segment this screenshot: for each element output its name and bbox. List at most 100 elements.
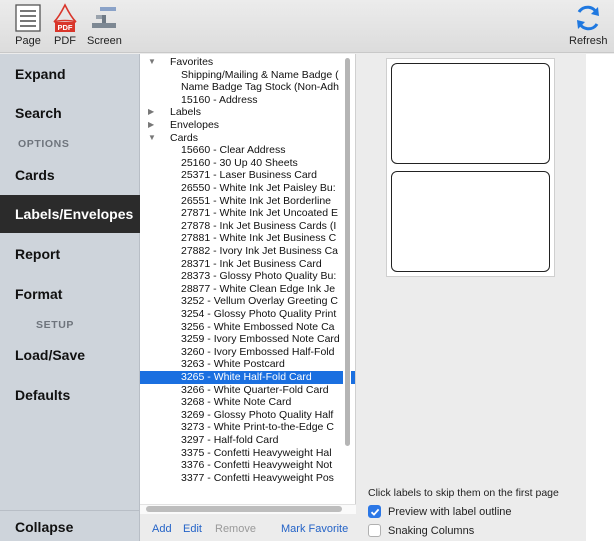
tree-item-label: 3273 - White Print-to-the-Edge C (181, 421, 334, 434)
tree-item[interactable]: 28373 - Glossy Photo Quality Bu: (140, 270, 355, 283)
snaking-columns-label: Snaking Columns (388, 524, 475, 537)
tree-item[interactable]: 27878 - Ink Jet Business Cards (I (140, 219, 355, 233)
tree-item[interactable]: 15660 - Clear Address (140, 144, 355, 157)
tree-item[interactable]: 3273 - White Print-to-the-Edge C (140, 421, 355, 434)
disclosure-collapsed-icon[interactable]: ▶ (148, 106, 154, 119)
tree-item[interactable]: 3252 - Vellum Overlay Greeting C (140, 295, 355, 308)
tree-item[interactable]: 3376 - Confetti Heavyweight Not (140, 459, 355, 472)
tree-item[interactable]: 3259 - Ivory Embossed Note Card (140, 333, 355, 346)
add-link[interactable]: Add (152, 523, 172, 535)
sidebar-item-defaults[interactable]: Defaults (0, 387, 140, 403)
tree-item[interactable]: 25371 - Laser Business Card (140, 169, 355, 182)
tree-item[interactable]: 3269 - Glossy Photo Quality Half (140, 409, 355, 422)
tree-item-label: 3252 - Vellum Overlay Greeting C (181, 295, 338, 308)
sidebar-item-collapse[interactable]: Collapse (0, 519, 140, 535)
tree-item[interactable]: 3266 - White Quarter-Fold Card (140, 383, 355, 397)
tree-item-label: 25160 - 30 Up 40 Sheets (181, 156, 298, 169)
tree-item[interactable]: 3297 - Half-fold Card (140, 434, 355, 447)
tree-item-label: 27881 - White Ink Jet Business C (181, 232, 337, 245)
screen-button[interactable]: Screen (87, 2, 122, 47)
label-sheet-preview[interactable] (386, 58, 555, 277)
tree-group[interactable]: ▶ Envelopes (140, 119, 355, 132)
sidebar-item-search[interactable]: Search (0, 105, 140, 121)
tree-item[interactable]: 27881 - White Ink Jet Business C (140, 232, 355, 245)
tree-item-label: 3377 - Confetti Heavyweight Pos (181, 471, 334, 484)
tree-item-label: Envelopes (170, 119, 220, 131)
setup-heading: SETUP (36, 319, 75, 331)
tree-item[interactable]: 27882 - Ivory Ink Jet Business Ca (140, 245, 355, 258)
tree-item[interactable]: 27871 - White Ink Jet Uncoated E (140, 207, 355, 220)
sidebar-divider (0, 510, 140, 511)
disclosure-expanded-icon[interactable]: ▼ (148, 132, 156, 145)
tree-vertical-scroll-thumb[interactable] (345, 58, 350, 446)
sidebar-item-load-save[interactable]: Load/Save (0, 347, 140, 363)
tree-item[interactable]: 25160 - 30 Up 40 Sheets (140, 156, 355, 170)
tree-item[interactable]: 3254 - Glossy Photo Quality Print (140, 308, 355, 321)
page-icon (13, 2, 43, 34)
mark-favorite-link[interactable]: Mark Favorite (281, 523, 348, 535)
remove-link[interactable]: Remove (215, 523, 256, 535)
screen-icon (89, 2, 119, 34)
disclosure-collapsed-icon[interactable]: ▶ (148, 119, 154, 132)
tree-item-label: 28371 - Ink Jet Business Card (181, 257, 322, 270)
tree-group[interactable]: ▼ Cards (140, 132, 355, 145)
tree-item[interactable]: 3265 - White Half-Fold Card (140, 371, 355, 384)
tree-group[interactable]: ▼ Favorites (140, 56, 355, 69)
refresh-label: Refresh (569, 35, 608, 47)
tree-item[interactable]: 26551 - White Ink Jet Borderline (140, 195, 355, 208)
sidebar-item-cards[interactable]: Cards (0, 167, 140, 183)
tree-item[interactable]: 3268 - White Note Card (140, 396, 355, 409)
tree-item-label: Labels (170, 106, 201, 119)
pdf-icon: PDF (50, 2, 80, 34)
tree-item[interactable]: Name Badge Tag Stock (Non-Adh (140, 81, 355, 94)
pdf-button[interactable]: PDF PDF (50, 2, 80, 47)
tree-item-label: 27878 - Ink Jet Business Cards (I (181, 219, 337, 232)
tree-item-label: 3256 - White Embossed Note Ca (181, 320, 335, 333)
tree-group[interactable]: ▶ Labels (140, 106, 355, 119)
tree-item-label: 3297 - Half-fold Card (181, 434, 279, 446)
tree-item-label: 15660 - Clear Address (181, 144, 286, 157)
checkmark-icon (370, 508, 379, 516)
tree-item[interactable]: 3256 - White Embossed Note Ca (140, 320, 355, 334)
tree-item-label: 28877 - White Clean Edge Ink Je (181, 282, 336, 295)
tree-item-label: 28373 - Glossy Photo Quality Bu: (181, 270, 337, 283)
tree-item[interactable]: 3263 - White Postcard (140, 358, 355, 371)
options-heading: OPTIONS (18, 138, 70, 150)
sidebar-item-report[interactable]: Report (0, 246, 140, 262)
tree-horizontal-scroll-thumb[interactable] (146, 506, 342, 512)
tree-item-label: 3376 - Confetti Heavyweight Not (181, 459, 333, 472)
tree-item-label: 3375 - Confetti Heavyweight Hal (181, 446, 332, 459)
label-tree[interactable]: ▼ Favorites Shipping/Mailing & Name Badge … (140, 54, 356, 504)
tree-item[interactable]: 15160 - Address (140, 93, 355, 107)
preview-outline-checkbox[interactable] (368, 505, 381, 518)
preview-outline-option[interactable]: Preview with label outline (368, 505, 512, 518)
tree-item[interactable]: 3377 - Confetti Heavyweight Pos (140, 471, 355, 485)
tree-item-label: 3254 - Glossy Photo Quality Print (181, 308, 337, 320)
tree-item[interactable]: 28371 - Ink Jet Business Card (140, 257, 355, 271)
label-cell[interactable] (391, 171, 550, 272)
edit-link[interactable]: Edit (183, 523, 202, 535)
tree-item[interactable]: 3375 - Confetti Heavyweight Hal (140, 446, 355, 460)
tree-item-label: 3266 - White Quarter-Fold Card (181, 383, 329, 396)
pdf-label: PDF (54, 35, 76, 47)
screen-label: Screen (87, 35, 122, 47)
tree-item[interactable]: 26550 - White Ink Jet Paisley Bu: (140, 182, 355, 195)
tree-item[interactable]: 28877 - White Clean Edge Ink Je (140, 282, 355, 296)
tree-item[interactable]: 3260 - Ivory Embossed Half-Fold (140, 346, 355, 359)
snaking-columns-checkbox[interactable] (368, 524, 381, 537)
tree-item-label: 15160 - Address (181, 93, 258, 106)
toolbar: Page PDF PDF Screen Refresh (0, 0, 614, 53)
sidebar-item-labels-envelopes[interactable]: Labels/Envelopes (0, 195, 140, 233)
tree-item[interactable]: Shipping/Mailing & Name Badge ( (140, 69, 355, 82)
label-cell[interactable] (391, 63, 550, 164)
tree-item-label: 3268 - White Note Card (181, 396, 292, 409)
snaking-columns-option[interactable]: Snaking Columns (368, 524, 474, 537)
disclosure-expanded-icon[interactable]: ▼ (148, 56, 156, 69)
skip-labels-hint: Click labels to skip them on the first p… (368, 487, 559, 499)
sidebar-item-expand[interactable]: Expand (0, 66, 140, 82)
tree-actions: Add Edit Remove Mark Favorite (140, 516, 356, 541)
tree-item-label: 3265 - White Half-Fold Card (181, 371, 312, 383)
refresh-button[interactable]: Refresh (569, 2, 608, 47)
sidebar-item-format[interactable]: Format (0, 286, 140, 302)
page-button[interactable]: Page (13, 2, 43, 47)
